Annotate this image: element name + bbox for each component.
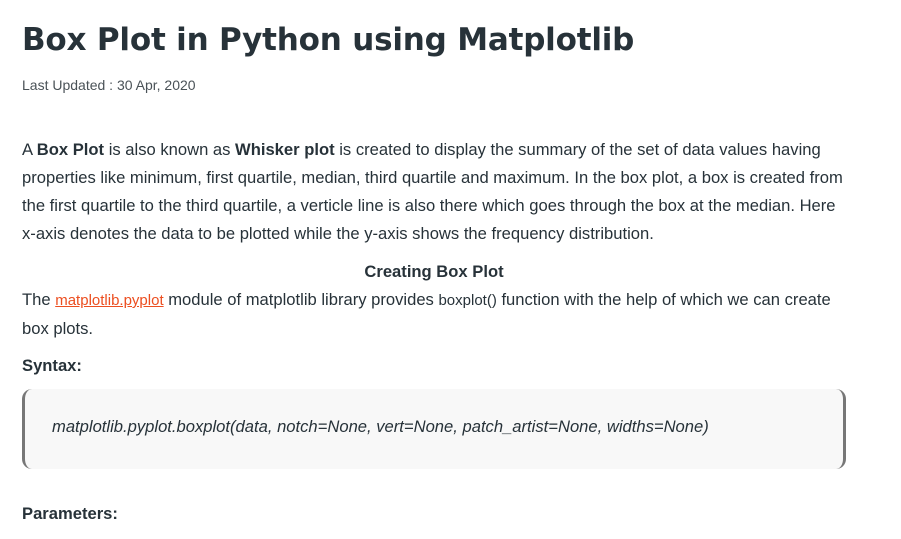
last-updated-date: Last Updated : 30 Apr, 2020 bbox=[22, 77, 196, 93]
boxplot-inline-code: boxplot() bbox=[438, 292, 497, 309]
parameters-label: Parameters: bbox=[22, 504, 118, 523]
syntax-code-text: matplotlib.pyplot.boxplot(data, notch=No… bbox=[52, 417, 709, 436]
intro-text-1: A bbox=[22, 140, 37, 159]
intro-bold-box-plot: Box Plot bbox=[36, 140, 105, 159]
syntax-label: Syntax: bbox=[22, 356, 82, 375]
intro-text-2: is also known as bbox=[104, 140, 236, 159]
matplotlib-pyplot-link[interactable]: matplotlib.pyplot bbox=[55, 292, 163, 309]
creating-text-1: The bbox=[22, 290, 56, 309]
intro-paragraph: A Box Plot is also known as Whisker plot… bbox=[22, 136, 852, 248]
section-heading-creating-box-plot: Creating Box Plot bbox=[364, 262, 504, 281]
article-title: Box Plot in Python using Matplotlib bbox=[22, 22, 635, 58]
intro-bold-whisker-plot: Whisker plot bbox=[235, 140, 335, 159]
creating-text-2: module of matplotlib library provides bbox=[163, 290, 439, 309]
creating-paragraph: The matplotlib.pyplot module of matplotl… bbox=[22, 286, 852, 343]
syntax-code-block: matplotlib.pyplot.boxplot(data, notch=No… bbox=[22, 389, 846, 469]
